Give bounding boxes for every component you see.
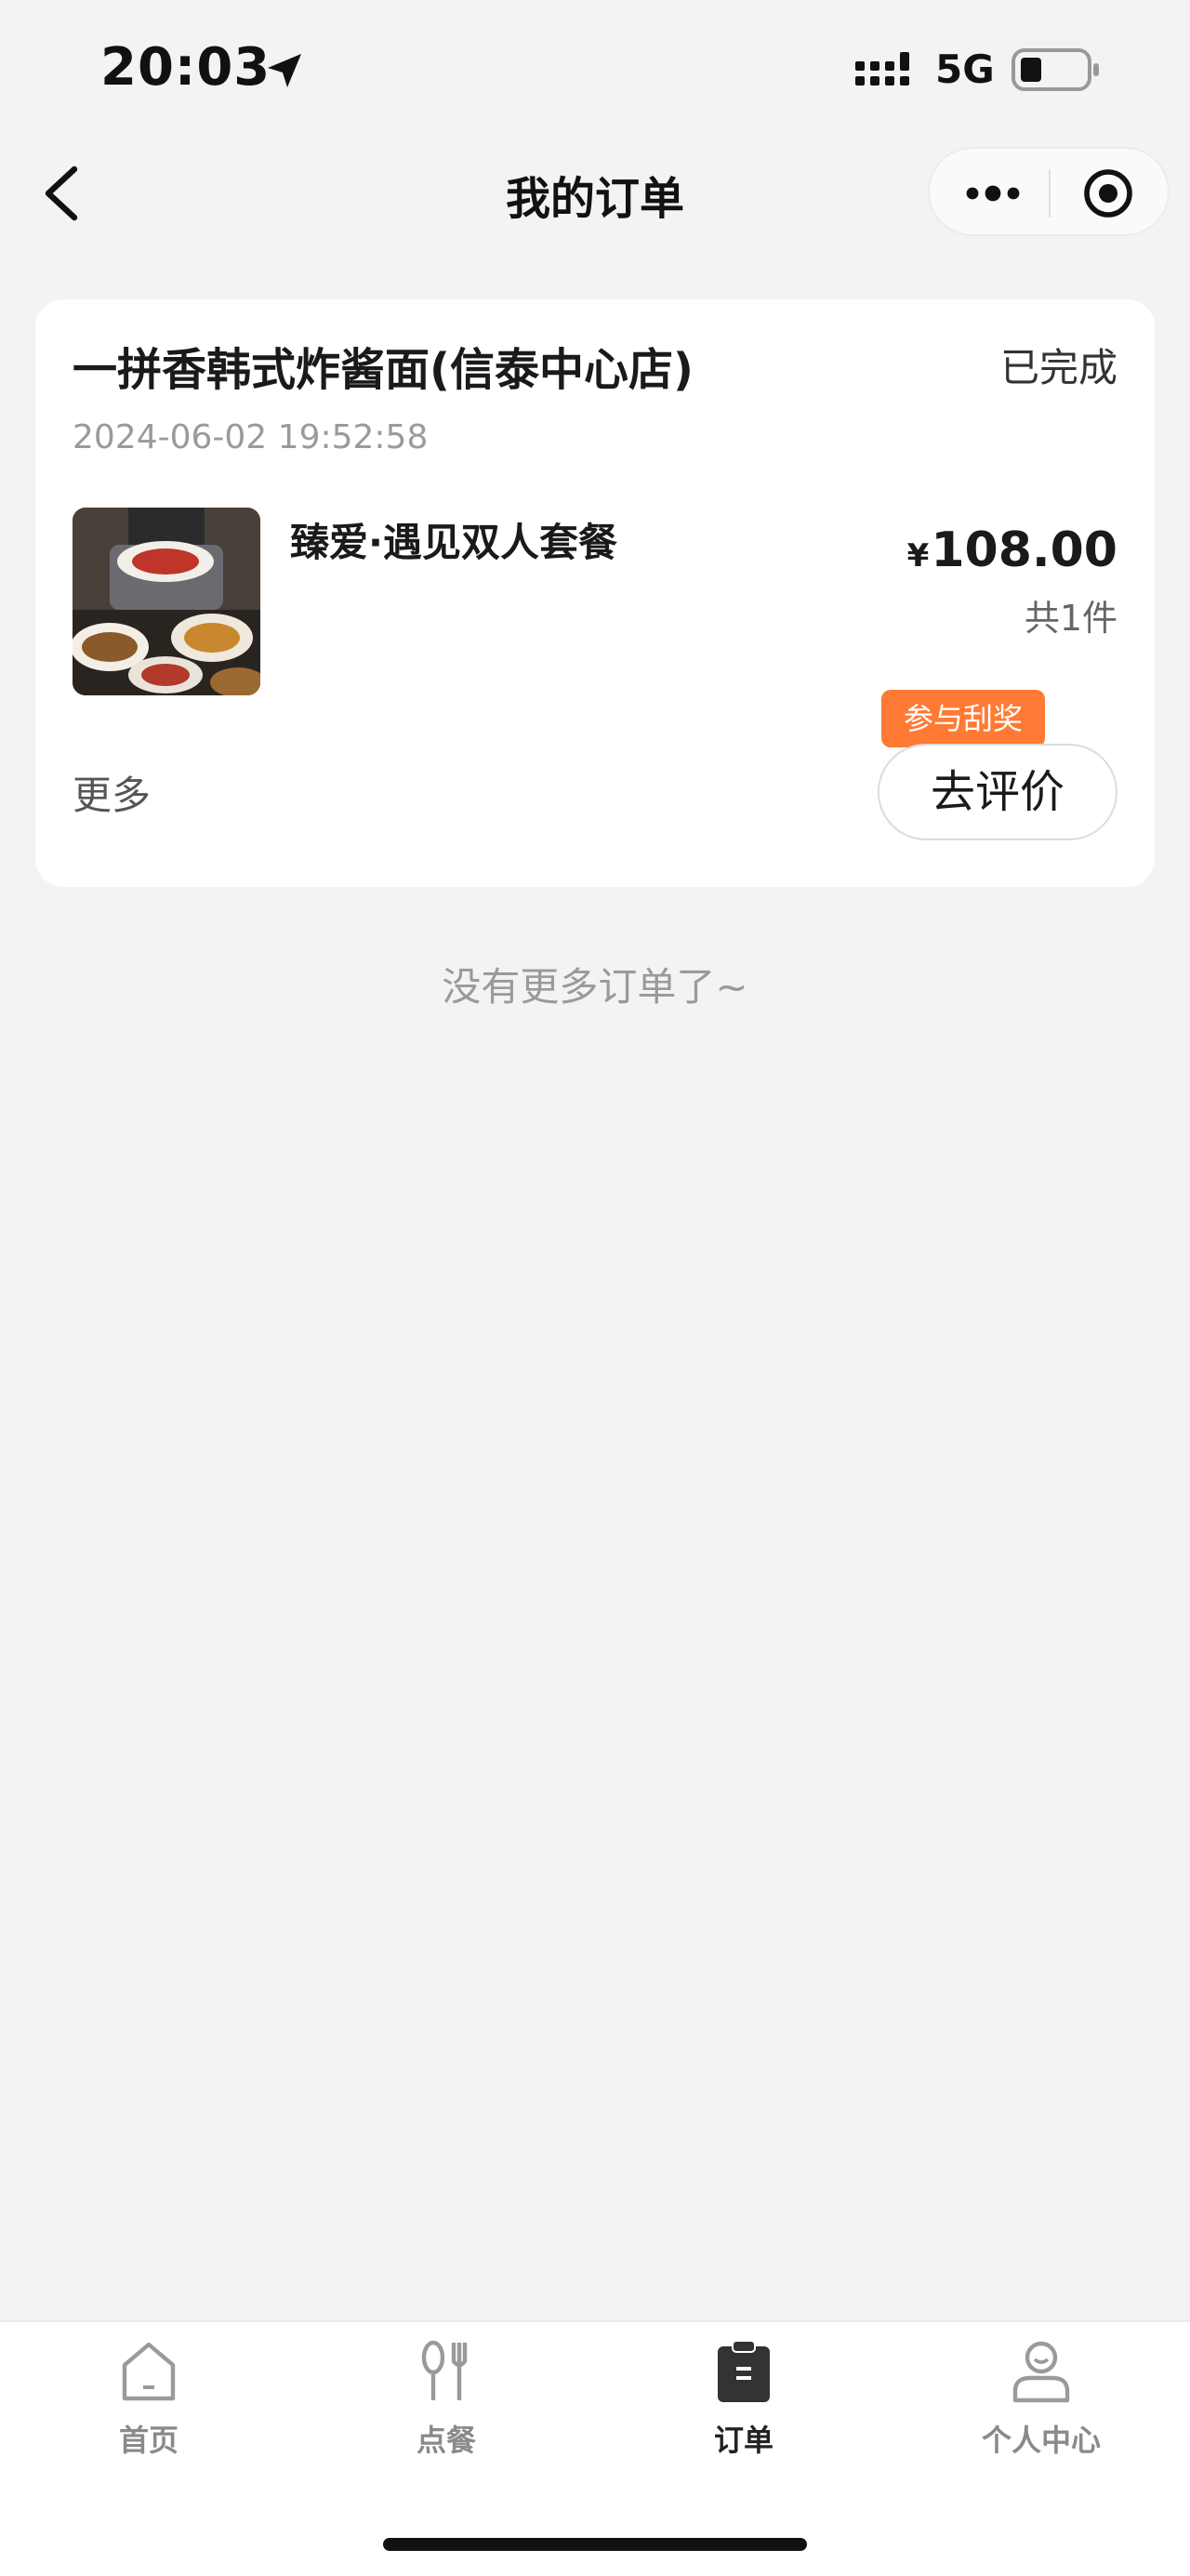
store-name: 一拼香韩式炸酱面(信泰中心店) <box>73 344 694 396</box>
order-status: 已完成 <box>999 345 1117 390</box>
tab-home-label: 首页 <box>118 2423 178 2458</box>
more-dots-icon[interactable] <box>963 175 1023 212</box>
item-count: 共1件 <box>1024 598 1117 639</box>
order-card[interactable]: 一拼香韩式炸酱面(信泰中心店) 已完成 2024-06-02 19:52:58 … <box>35 299 1155 887</box>
product-image <box>73 508 260 695</box>
lottery-badge: 参与刮奖 <box>881 690 1045 760</box>
price-value: 108.00 <box>931 522 1117 578</box>
item-name: 臻爱·遇见双人套餐 <box>290 520 617 565</box>
review-button[interactable]: 去评价 <box>878 744 1117 840</box>
tab-home[interactable]: 首页 <box>56 2339 242 2469</box>
tab-order-food-label: 点餐 <box>416 2423 476 2458</box>
order-price: ¥108.00 <box>907 522 1117 578</box>
tab-order-food[interactable]: 点餐 <box>353 2339 539 2469</box>
close-target-icon[interactable] <box>1082 167 1134 219</box>
tab-orders[interactable]: 订单 <box>651 2339 837 2469</box>
clipboard-icon <box>718 2340 770 2402</box>
order-datetime: 2024-06-02 19:52:58 <box>73 418 429 456</box>
status-time: 20:03 <box>100 37 271 98</box>
nav-bar: 我的订单 <box>0 139 1190 251</box>
tab-orders-label: 订单 <box>713 2423 774 2458</box>
signal-icon <box>855 52 909 86</box>
home-indicator <box>383 2538 807 2551</box>
battery-icon <box>1012 48 1099 91</box>
user-icon <box>1012 2341 1070 2403</box>
status-bar: 20:03 5G <box>0 0 1190 139</box>
currency-symbol: ¥ <box>906 537 930 575</box>
location-arrow-icon <box>268 54 301 87</box>
utensils-icon <box>421 2340 468 2400</box>
capsule-divider <box>1049 169 1051 218</box>
more-button[interactable]: 更多 <box>73 764 151 821</box>
mini-program-capsule <box>928 147 1170 236</box>
tab-profile-label: 个人中心 <box>981 2423 1101 2458</box>
home-icon <box>122 2342 176 2401</box>
tab-profile[interactable]: 个人中心 <box>948 2339 1134 2469</box>
no-more-orders: 没有更多订单了~ <box>442 964 748 1010</box>
network-type: 5G <box>935 46 995 92</box>
